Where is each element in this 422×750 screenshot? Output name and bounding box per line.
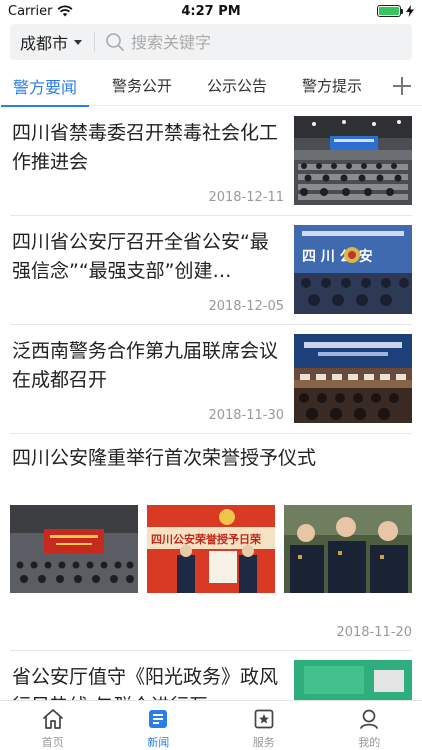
status-right	[377, 5, 414, 17]
caret-down-icon	[74, 39, 83, 45]
news-title: 四川公安隆重举行首次荣誉授予仪式	[12, 447, 317, 469]
tab-label: 警方要闻	[13, 77, 78, 97]
news-item[interactable]: 泛西南警务合作第九届联席会议在成都召开 2018-11-30	[10, 325, 412, 434]
image-caption: 四川公安荣誉授予日荣	[151, 532, 262, 546]
news-thumbnail	[294, 660, 412, 700]
category-tabs: 警方要闻 警务公开 公示公告 警方提示	[0, 66, 422, 107]
tab-police-affairs[interactable]: 警务公开	[112, 66, 172, 106]
tab-public-notice[interactable]: 公示公告	[207, 66, 267, 106]
search-input[interactable]	[131, 32, 332, 52]
news-date: 2018-12-05	[208, 299, 284, 314]
tabbar-label: 我的	[358, 736, 381, 749]
battery-fill	[379, 7, 399, 15]
news-date: 2018-11-20	[336, 625, 412, 640]
city-label: 成都市	[20, 34, 69, 53]
news-thumbnail	[294, 334, 412, 423]
tab-police-news[interactable]: 警方要闻	[0, 66, 90, 107]
profile-icon	[357, 707, 381, 731]
charging-icon	[406, 5, 414, 17]
news-icon	[146, 707, 170, 731]
news-thumbnail: 四 川 公 安	[294, 225, 412, 314]
tabbar-label: 服务	[252, 736, 275, 749]
news-image	[10, 505, 138, 593]
tabbar-label: 首页	[41, 736, 64, 749]
tab-label: 公示公告	[207, 77, 268, 95]
news-title: 省公安厅值守《阳光政务》政风行风热线 与群众进行互…	[12, 666, 279, 700]
bottom-tab-bar: 首页 新闻 服务 我的	[0, 700, 422, 750]
search-icon	[105, 32, 125, 52]
search-box[interactable]	[95, 24, 412, 60]
tabbar-home[interactable]: 首页	[0, 701, 106, 750]
news-title: 四川省公安厅召开全省公安“最强信念”“最强支部”创建…	[12, 231, 269, 282]
add-tab-icon[interactable]	[392, 76, 412, 96]
wifi-icon	[57, 5, 73, 17]
tabbar-label: 新闻	[147, 736, 170, 749]
news-item[interactable]: 四川省禁毒委召开禁毒社会化工作推进会 2018-12-11	[10, 107, 412, 216]
carrier-label: Carrier	[8, 3, 53, 19]
news-item[interactable]: 四川公安隆重举行首次荣誉授予仪式 四川公安荣誉授予日荣 2018-11-20	[10, 434, 412, 651]
news-thumbnail	[294, 116, 412, 205]
news-title: 泛西南警务合作第九届联席会议在成都召开	[12, 340, 279, 391]
tab-label: 警方提示	[302, 77, 363, 95]
news-image	[284, 505, 412, 593]
news-item[interactable]: 省公安厅值守《阳光政务》政风行风热线 与群众进行互…	[10, 651, 412, 700]
home-icon	[41, 707, 65, 731]
news-list: 四川省禁毒委召开禁毒社会化工作推进会 2018-12-11 四川省公安厅召开全省…	[0, 107, 422, 700]
news-date: 2018-12-11	[208, 190, 284, 205]
tabbar-service[interactable]: 服务	[211, 701, 317, 750]
star-box-icon	[252, 707, 276, 731]
battery-icon	[377, 5, 403, 17]
status-left: Carrier	[8, 4, 73, 19]
thumbnail-caption: 四 川 公 安	[302, 248, 373, 265]
tabbar-profile[interactable]: 我的	[317, 701, 422, 750]
news-image-group: 四川公安荣誉授予日荣	[10, 505, 412, 593]
tab-label: 警务公开	[112, 77, 173, 95]
news-item[interactable]: 四川省公安厅召开全省公安“最强信念”“最强支部”创建… 2018-12-05 四…	[10, 216, 412, 325]
tab-police-tips[interactable]: 警方提示	[302, 66, 362, 106]
search-bar: 成都市	[10, 24, 412, 60]
city-selector[interactable]: 成都市	[10, 24, 94, 60]
status-bar: Carrier 4:27 PM	[0, 0, 422, 22]
news-image: 四川公安荣誉授予日荣	[147, 505, 275, 593]
news-title: 四川省禁毒委召开禁毒社会化工作推进会	[12, 122, 279, 173]
news-date: 2018-11-30	[208, 408, 284, 423]
tabbar-news[interactable]: 新闻	[106, 701, 212, 750]
